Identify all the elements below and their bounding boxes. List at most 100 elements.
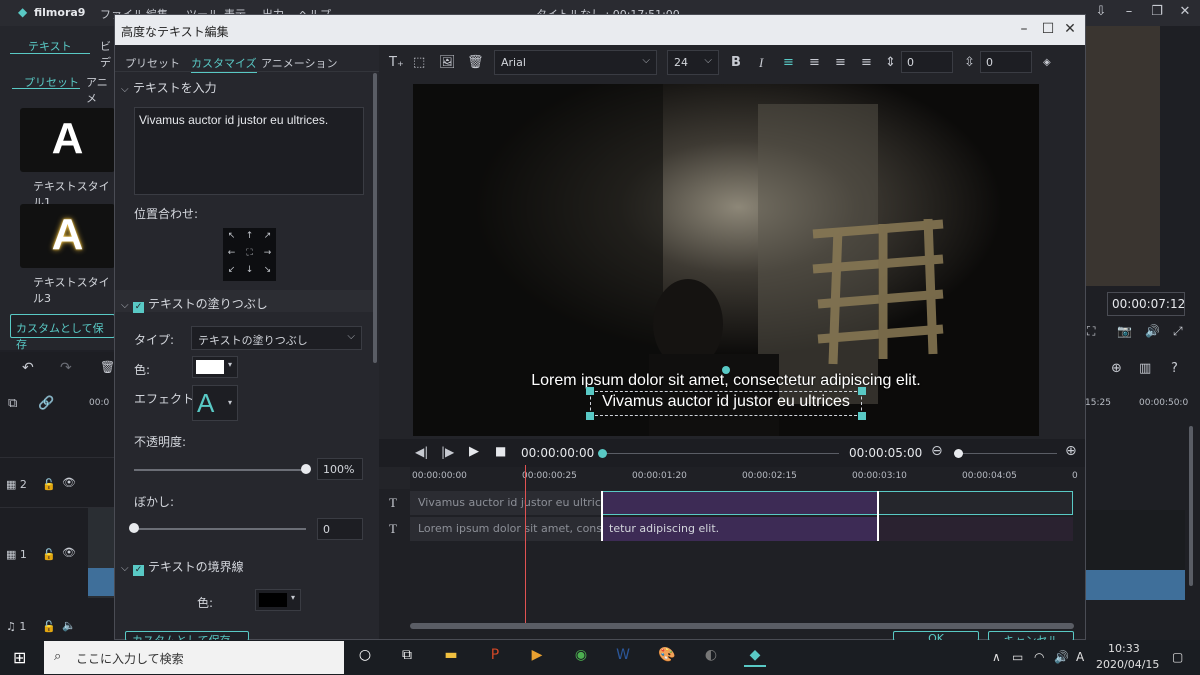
- text-border-section-header[interactable]: ⌵ ✓ テキストの境界線: [121, 558, 244, 576]
- align-center-icon[interactable]: ⛶: [241, 248, 258, 258]
- blur-value-field[interactable]: 0: [317, 518, 363, 540]
- align-top-icon[interactable]: ↑: [241, 231, 258, 241]
- clock-time[interactable]: 10:33: [1108, 642, 1140, 655]
- minimize-icon[interactable]: –: [1116, 4, 1142, 19]
- text-style-tile-3[interactable]: A: [20, 204, 115, 268]
- close-icon[interactable]: ✕: [1059, 21, 1081, 37]
- char-spacing-icon[interactable]: ⇕: [885, 55, 896, 70]
- eye-icon[interactable]: 👁: [62, 476, 76, 489]
- fill-checkbox[interactable]: ✓: [133, 302, 144, 313]
- tab-preset[interactable]: プリセット: [125, 55, 180, 71]
- undo-icon[interactable]: ↶: [22, 360, 34, 376]
- volume-icon[interactable]: 🔊: [1145, 324, 1160, 338]
- ime-indicator[interactable]: A: [1076, 650, 1084, 664]
- lock-icon[interactable]: 🔓: [42, 478, 56, 491]
- blur-slider[interactable]: [134, 528, 306, 530]
- align-bottom-right-icon[interactable]: ↘: [259, 265, 276, 275]
- close-icon[interactable]: ✕: [1172, 4, 1198, 19]
- align-center-text-icon[interactable]: ≡: [809, 55, 820, 70]
- char-spacing-field[interactable]: 0: [901, 51, 953, 73]
- justify-text-icon[interactable]: ≡: [861, 55, 872, 70]
- tab-video[interactable]: ビデ: [100, 38, 115, 70]
- bold-icon[interactable]: B: [731, 55, 741, 70]
- trim-handle-right[interactable]: [876, 491, 879, 541]
- fullscreen-icon[interactable]: ⛶: [1087, 324, 1095, 339]
- text-clip-1[interactable]: Vivamus auctor id justor eu ultrices.: [410, 491, 601, 515]
- word-icon[interactable]: W: [612, 647, 634, 667]
- media-player-icon[interactable]: ▶: [526, 647, 548, 667]
- align-top-right-icon[interactable]: ↗: [259, 231, 276, 241]
- resize-handle[interactable]: [858, 412, 866, 420]
- zoom-knob[interactable]: [954, 449, 963, 458]
- text-clip-2-selected[interactable]: tetur adipiscing elit.: [601, 517, 878, 541]
- add-text-icon[interactable]: T₊: [389, 55, 404, 70]
- expand-icon[interactable]: ⤢: [1173, 324, 1183, 339]
- border-checkbox[interactable]: ✓: [133, 565, 144, 576]
- align-bottom-left-icon[interactable]: ↙: [223, 265, 240, 275]
- resize-handle[interactable]: [858, 387, 866, 395]
- opacity-slider-knob[interactable]: [301, 464, 311, 474]
- wifi-icon[interactable]: ◠: [1034, 650, 1044, 664]
- tab-animation[interactable]: アニメーション: [261, 55, 338, 71]
- powerpoint-icon[interactable]: P: [484, 647, 506, 667]
- columns-icon[interactable]: ▥: [1139, 361, 1151, 376]
- line-spacing-icon[interactable]: ⇳: [964, 55, 975, 70]
- maximize-icon[interactable]: ☐: [1037, 21, 1059, 37]
- alignment-grid[interactable]: ↖ ↑ ↗ ← ⛶ → ↙ ↓ ↘: [223, 228, 276, 281]
- horizontal-scrollbar[interactable]: [410, 623, 1074, 629]
- play-pause-icon[interactable]: |▶: [441, 445, 454, 459]
- lock-icon[interactable]: 🔓: [42, 620, 56, 633]
- windows-start-icon[interactable]: ⊞: [13, 648, 26, 667]
- restore-icon[interactable]: ❐: [1144, 4, 1170, 19]
- border-color-picker[interactable]: ▾: [255, 589, 301, 611]
- zoom-slider[interactable]: [957, 453, 1057, 454]
- cortana-icon[interactable]: ○: [354, 647, 376, 667]
- align-top-left-icon[interactable]: ↖: [223, 231, 240, 241]
- trash-icon[interactable]: 🗑: [467, 55, 484, 70]
- subtab-animation[interactable]: アニメ: [86, 74, 115, 106]
- text-fill-section-header[interactable]: ⌵ ✓ テキストの塗りつぶし: [121, 295, 268, 313]
- text-input-section-header[interactable]: ⌵ テキストを入力: [121, 79, 217, 96]
- timeline-scrollbar[interactable]: [1189, 426, 1193, 586]
- align-bottom-icon[interactable]: ↓: [241, 265, 258, 275]
- zoom-in-icon[interactable]: ⊕: [1111, 361, 1122, 376]
- trim-handle-left[interactable]: [601, 491, 604, 541]
- add-track-icon[interactable]: ⧉: [8, 396, 17, 411]
- file-explorer-icon[interactable]: ▬: [440, 647, 462, 667]
- delete-icon[interactable]: 🗑: [100, 360, 115, 374]
- link-icon[interactable]: 🔗: [38, 396, 54, 411]
- opacity-value-field[interactable]: 100%: [317, 458, 363, 480]
- show-hidden-icons-icon[interactable]: ∧: [992, 650, 1001, 664]
- save-as-custom-button[interactable]: カスタムとして保存: [10, 314, 115, 351]
- zoom-out-icon[interactable]: ⊖: [931, 443, 943, 459]
- speaker-icon[interactable]: 🔈: [62, 619, 76, 632]
- zoom-in-icon[interactable]: ⊕: [1065, 443, 1077, 459]
- align-left-text-icon[interactable]: ≡: [783, 55, 794, 70]
- add-image-icon[interactable]: 🖼: [439, 55, 456, 70]
- settings-scrollbar[interactable]: [373, 73, 377, 363]
- paint-icon[interactable]: 🎨: [656, 647, 678, 667]
- tab-text[interactable]: テキスト: [28, 38, 72, 54]
- battery-icon[interactable]: ▭: [1012, 650, 1023, 664]
- app-icon[interactable]: ◐: [700, 647, 722, 667]
- eye-icon[interactable]: 👁: [62, 546, 76, 559]
- stop-icon[interactable]: ■: [495, 444, 506, 458]
- font-family-select[interactable]: Arial ⌵: [494, 50, 657, 75]
- prev-frame-icon[interactable]: ◀|: [415, 445, 428, 459]
- resize-handle[interactable]: [586, 387, 594, 395]
- text-box-icon[interactable]: ⬚: [413, 55, 425, 70]
- text-clip-1-selected[interactable]: [601, 491, 878, 515]
- chrome-icon[interactable]: ◉: [570, 647, 592, 667]
- text-clip-2-tail[interactable]: [878, 517, 1073, 541]
- progress-knob[interactable]: [598, 449, 607, 458]
- filmora-taskbar-icon[interactable]: ◆: [744, 647, 766, 667]
- line-spacing-field[interactable]: 0: [980, 51, 1032, 73]
- snapshot-icon[interactable]: 📷: [1117, 324, 1132, 338]
- resize-handle[interactable]: [586, 412, 594, 420]
- rotate-handle[interactable]: [722, 366, 730, 374]
- download-icon[interactable]: ⇩: [1088, 4, 1114, 19]
- more-options-icon[interactable]: ◈: [1043, 57, 1051, 68]
- align-right-icon[interactable]: →: [259, 248, 276, 258]
- align-right-text-icon[interactable]: ≡: [835, 55, 846, 70]
- lock-icon[interactable]: 🔓: [42, 548, 56, 561]
